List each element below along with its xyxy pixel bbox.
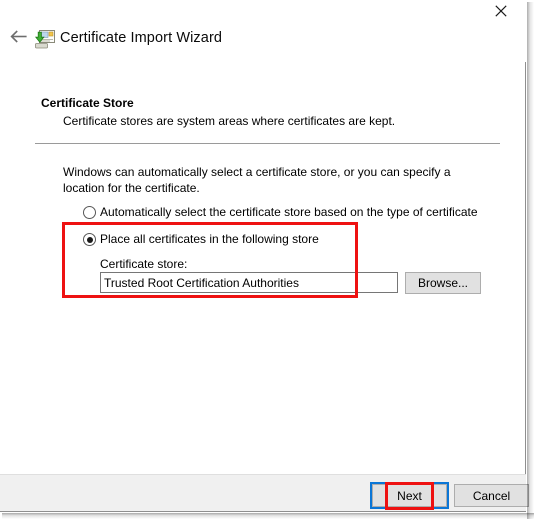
close-button[interactable]	[478, 0, 523, 21]
radio-automatically-select-store[interactable]: Automatically select the certificate sto…	[83, 205, 478, 220]
radio-indicator-auto	[83, 206, 96, 219]
browse-button[interactable]: Browse...	[405, 272, 481, 294]
certificate-store-input[interactable]	[100, 272, 398, 293]
window-title: Certificate Import Wizard	[60, 30, 223, 46]
radio-place-all-certificates[interactable]: Place all certificates in the following …	[83, 232, 319, 247]
close-icon	[494, 4, 507, 17]
radio-label-auto: Automatically select the certificate sto…	[100, 205, 478, 219]
certificate-import-wizard-window: Certificate Import Wizard Certificate St…	[0, 0, 529, 512]
certificate-store-label: Certificate store:	[100, 257, 188, 271]
dialog-footer	[0, 474, 526, 511]
title-bar: Certificate Import Wizard	[0, 0, 526, 62]
page-title: Certificate Store	[41, 96, 134, 110]
next-button[interactable]: Next	[372, 484, 447, 507]
back-button[interactable]	[5, 27, 31, 51]
header-divider	[35, 143, 500, 144]
back-arrow-icon	[9, 29, 28, 49]
radio-label-place: Place all certificates in the following …	[100, 232, 319, 246]
intro-text: Windows can automatically select a certi…	[63, 165, 451, 195]
page-subtitle: Certificate stores are system areas wher…	[63, 114, 396, 128]
certificate-import-icon	[34, 29, 56, 50]
cancel-button[interactable]: Cancel	[454, 484, 529, 507]
window-shadow-right	[527, 2, 534, 519]
window-shadow-bottom	[2, 513, 534, 519]
radio-indicator-place	[83, 233, 96, 246]
